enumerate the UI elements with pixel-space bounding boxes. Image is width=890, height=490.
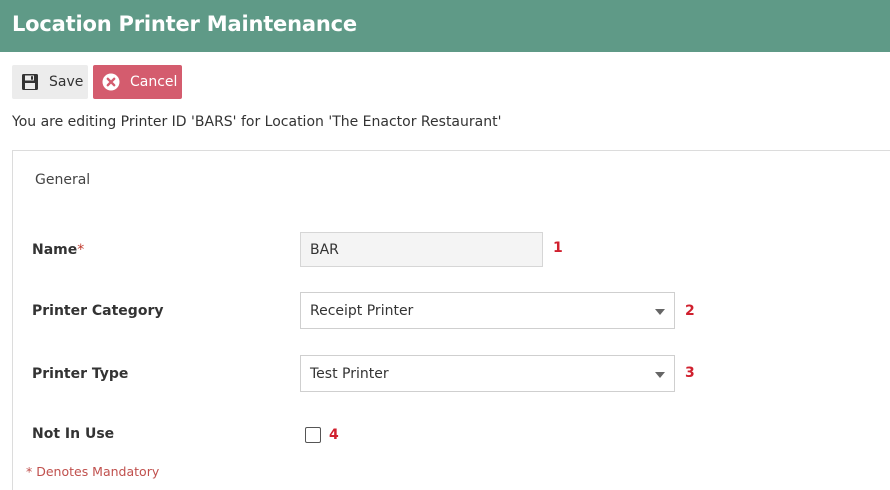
mandatory-note: * Denotes Mandatory	[26, 464, 160, 479]
cancel-label: Cancel	[130, 74, 178, 90]
printer-category-value: Receipt Printer	[310, 302, 414, 319]
printer-type-label: Printer Type	[32, 366, 129, 382]
marker-1: 1	[553, 240, 563, 256]
required-asterisk: *	[77, 242, 85, 258]
close-circle-icon	[102, 73, 120, 91]
editing-note: You are editing Printer ID 'BARS' for Lo…	[12, 114, 502, 130]
page-title: Location Printer Maintenance	[12, 12, 357, 36]
cancel-button[interactable]: Cancel	[93, 65, 182, 99]
panel-title-general: General	[35, 172, 91, 188]
printer-category-label: Printer Category	[32, 303, 164, 319]
name-input[interactable]	[300, 232, 543, 267]
marker-3: 3	[685, 365, 695, 381]
caret-down-icon	[655, 309, 665, 315]
not-in-use-label: Not In Use	[32, 426, 115, 442]
floppy-disk-icon	[21, 73, 39, 91]
save-button[interactable]: Save	[12, 65, 88, 99]
page-header: Location Printer Maintenance	[0, 0, 890, 52]
name-label-text: Name	[32, 242, 78, 258]
marker-2: 2	[685, 303, 695, 319]
printer-type-select[interactable]: Test Printer	[300, 355, 675, 392]
caret-down-icon	[655, 372, 665, 378]
printer-type-value: Test Printer	[310, 365, 389, 382]
name-label: Name*	[32, 242, 84, 258]
printer-category-select[interactable]: Receipt Printer	[300, 292, 675, 329]
not-in-use-checkbox[interactable]	[305, 427, 321, 443]
marker-4: 4	[329, 427, 339, 443]
save-label: Save	[49, 74, 84, 90]
